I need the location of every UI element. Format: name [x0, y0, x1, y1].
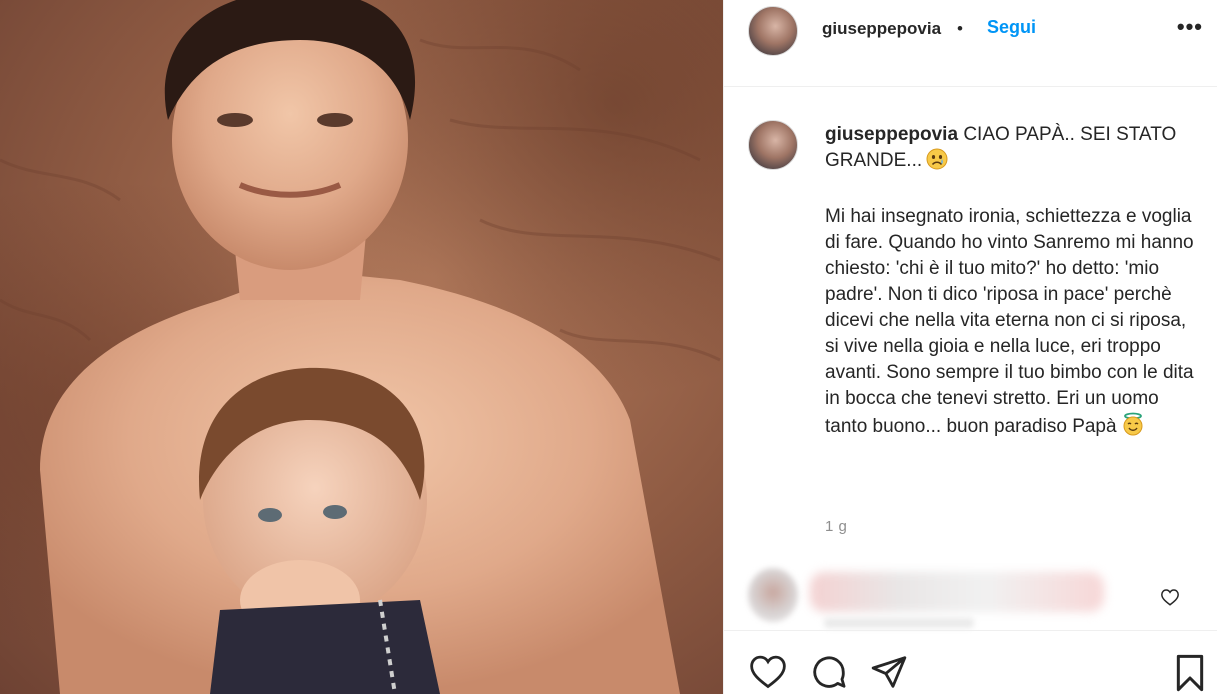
comment-meta-blurred [824, 618, 974, 628]
angel-face-icon [1121, 412, 1145, 444]
photo-illustration [0, 0, 721, 694]
header-username[interactable]: giuseppepovia [822, 19, 941, 39]
post-photo[interactable] [0, 0, 723, 694]
post-timestamp[interactable]: 1 g [825, 518, 847, 535]
comment-text-blurred [810, 572, 1104, 612]
follow-button[interactable]: Segui [987, 17, 1036, 38]
sad-face-icon [926, 148, 948, 178]
post-caption: giuseppepovia CIAO PAPÀ.. SEI STATO GRAN… [825, 122, 1197, 444]
bookmark-icon[interactable] [1173, 653, 1207, 698]
heart-icon[interactable] [748, 653, 788, 694]
paper-plane-icon[interactable] [870, 653, 908, 696]
post-actions-bar [724, 630, 1217, 695]
more-options-button[interactable]: ••• [1177, 14, 1203, 40]
comment-like-icon[interactable] [1160, 588, 1180, 611]
caption-body: Mi hai insegnato ironia, schiettezza e v… [825, 204, 1197, 444]
caption-username[interactable]: giuseppepovia [825, 124, 958, 145]
header-separator: • [957, 19, 963, 38]
caption-text: Mi hai insegnato ironia, schiettezza e v… [825, 206, 1194, 437]
post-header: giuseppepovia • Segui ••• [724, 0, 1217, 87]
comment-avatar-blurred [748, 568, 798, 622]
caption-avatar[interactable] [748, 120, 798, 170]
author-avatar[interactable] [748, 6, 798, 56]
comment-row [748, 566, 1188, 626]
post-side-panel: giuseppepovia • Segui ••• giuseppepovia … [724, 0, 1217, 694]
caption-first-line: giuseppepovia CIAO PAPÀ.. SEI STATO GRAN… [825, 122, 1197, 178]
comment-icon[interactable] [810, 653, 848, 696]
